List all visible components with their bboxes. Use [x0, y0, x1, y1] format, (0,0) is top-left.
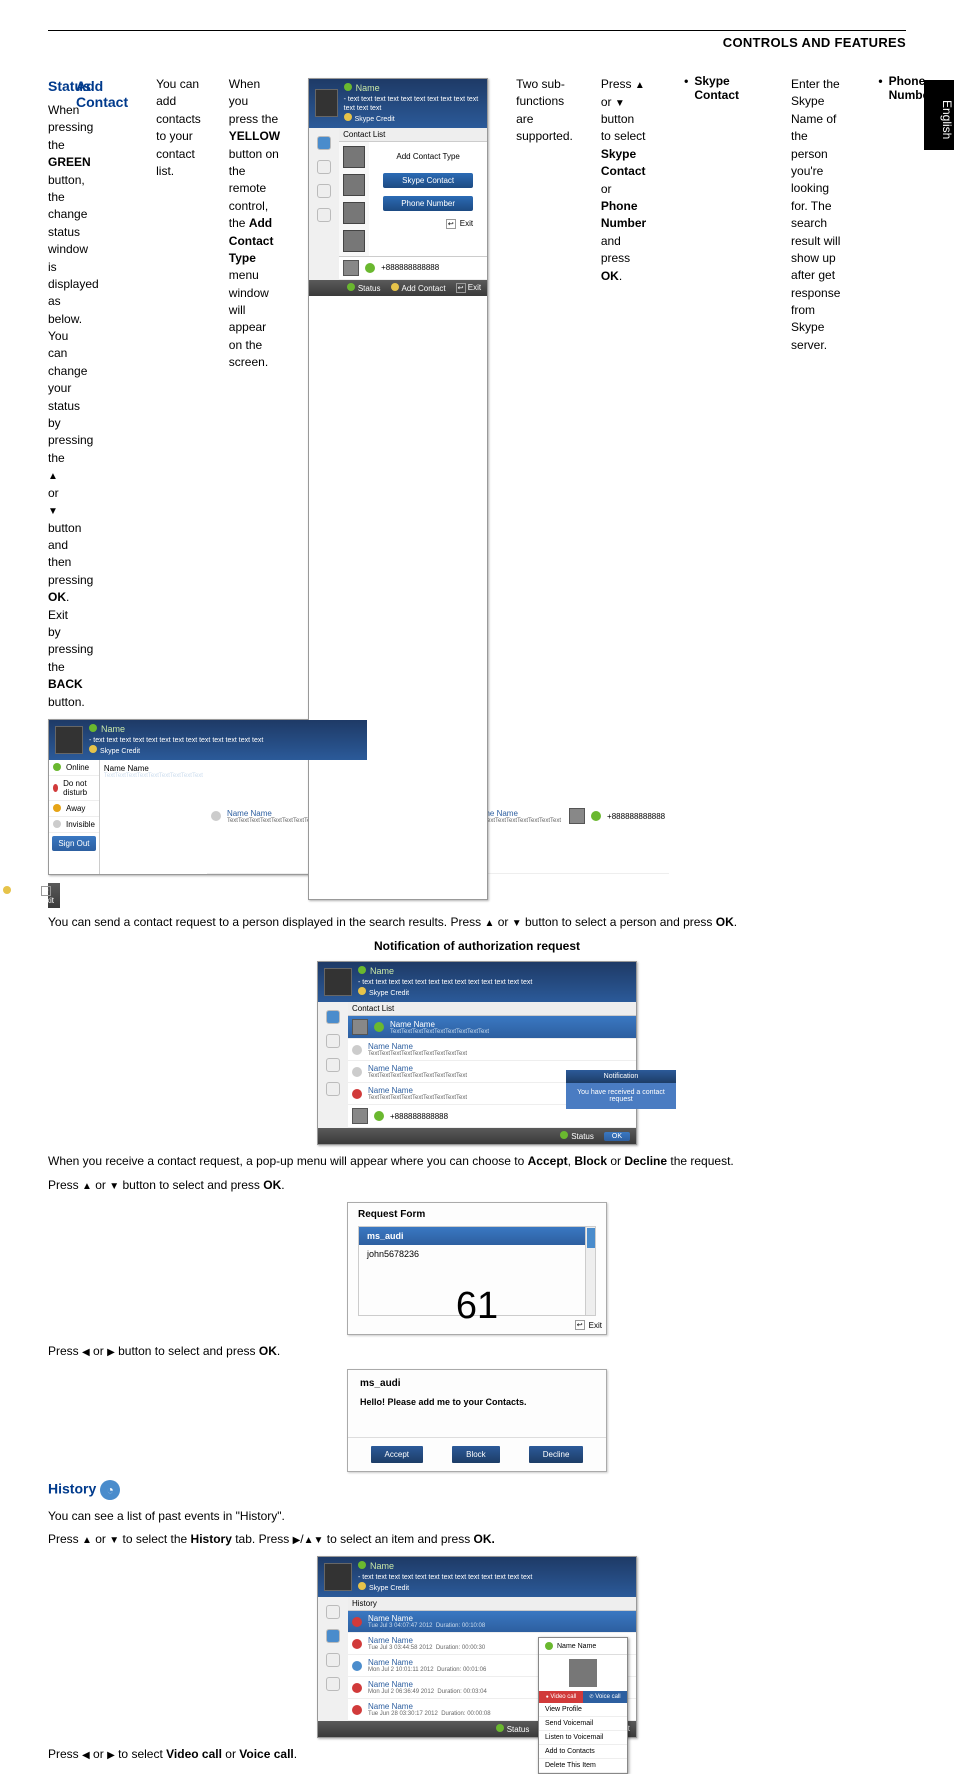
- keypad-icon[interactable]: [326, 1653, 340, 1667]
- notification-popup: Notification You have received a contact…: [566, 1070, 676, 1109]
- press-select-call: Press or to select Video call or Voice c…: [48, 1746, 906, 1764]
- add-contact-p1: You can add contacts to your contact lis…: [156, 76, 201, 902]
- ok-button[interactable]: OK: [604, 1132, 630, 1141]
- accept-button[interactable]: Accept: [371, 1446, 423, 1463]
- contact-avatar[interactable]: [343, 202, 365, 224]
- keypad-icon[interactable]: [317, 184, 331, 198]
- notif-heading: Notification of authorization request: [48, 939, 906, 953]
- avatar: [315, 89, 338, 117]
- page-number: 61: [0, 1285, 954, 1328]
- contact-row[interactable]: Name NameTextTextTextTextTextTextTextTex…: [348, 1016, 636, 1039]
- history-icon[interactable]: [317, 160, 331, 174]
- contact-avatar[interactable]: [343, 174, 365, 196]
- skype-contact-button[interactable]: Skype Contact: [383, 173, 473, 188]
- history-row[interactable]: Name NameTue Jul 3 04:07:47 2012 Duratio…: [348, 1611, 636, 1633]
- history-window: Name - text text text text text text tex…: [317, 1556, 637, 1738]
- menu-item[interactable]: Send Voicemail: [539, 1717, 627, 1731]
- down-icon: [48, 503, 58, 517]
- list-item[interactable]: john5678236: [359, 1245, 595, 1263]
- menu-item[interactable]: Delete This Item: [539, 1759, 627, 1773]
- right-column: You can send a contact request to a pers…: [48, 914, 906, 1764]
- menu-item[interactable]: Add to Contacts: [539, 1745, 627, 1759]
- sub-supported: Two sub-functions are supported.: [516, 76, 573, 902]
- gear-icon[interactable]: [326, 1677, 340, 1691]
- menu-item[interactable]: View Profile: [539, 1703, 627, 1717]
- page-header: CONTROLS AND FEATURES: [48, 35, 906, 50]
- notification-window: Name - text text text text text text tex…: [317, 961, 637, 1145]
- language-tab: English: [924, 80, 954, 150]
- contact-avatar[interactable]: [343, 146, 365, 168]
- contacts-icon[interactable]: [326, 1605, 340, 1619]
- press-select: Press or button to select Skype Contact …: [601, 76, 646, 902]
- contact-row[interactable]: Name NameTextTextTextTextTextTextTextTex…: [348, 1039, 636, 1061]
- history-heading: History◔: [48, 1480, 906, 1500]
- video-call-button[interactable]: ● Video call: [539, 1691, 583, 1703]
- menu-item[interactable]: Listen to Voicemail: [539, 1731, 627, 1745]
- list-item[interactable]: ms_audi: [359, 1227, 595, 1245]
- send-request-p: You can send a contact request to a pers…: [48, 914, 906, 932]
- receive-request-p: When you receive a contact request, a po…: [48, 1153, 906, 1170]
- add-contact-heading: Add Contact: [76, 78, 128, 900]
- phone-row[interactable]: +888888888888: [339, 256, 487, 280]
- avatar: [324, 1563, 352, 1591]
- context-menu: Name Name ● Video call ✆ Voice call View…: [538, 1637, 628, 1774]
- phone-number-button[interactable]: Phone Number: [383, 196, 473, 211]
- block-button[interactable]: Block: [452, 1446, 500, 1463]
- hist-p2: Press or to select the History tab. Pres…: [48, 1531, 906, 1549]
- gear-icon[interactable]: [326, 1082, 340, 1096]
- avatar: [55, 726, 83, 754]
- phone-number-bullet: Phone Number: [889, 74, 934, 906]
- press-select-lr: Press or button to select and press OK.: [48, 1343, 906, 1361]
- voice-call-button[interactable]: ✆ Voice call: [583, 1691, 627, 1703]
- contacts-icon[interactable]: [326, 1010, 340, 1024]
- keypad-icon[interactable]: [326, 1058, 340, 1072]
- accept-dialog: ms_audi Hello! Please add me to your Con…: [347, 1369, 607, 1472]
- up-icon: [48, 468, 58, 482]
- press-select-ud: Press or button to select and press OK.: [48, 1177, 906, 1195]
- history-icon[interactable]: [326, 1629, 340, 1643]
- skype-contact-bullet: Skype Contact: [694, 74, 739, 906]
- decline-button[interactable]: Decline: [529, 1446, 584, 1463]
- add-contact-p2: When you press the YELLOW button on the …: [229, 76, 280, 902]
- sc-desc: Enter the Skype Name of the person you'r…: [791, 76, 840, 902]
- avatar: [324, 968, 352, 996]
- history-icon[interactable]: [326, 1034, 340, 1048]
- gear-icon[interactable]: [317, 208, 331, 222]
- clock-icon: ◔: [100, 1480, 120, 1500]
- contacts-icon[interactable]: [317, 136, 331, 150]
- add-contact-window: Name - text text text text text text tex…: [308, 78, 488, 900]
- hist-p1: You can see a list of past events in "Hi…: [48, 1508, 906, 1525]
- contact-avatar[interactable]: [343, 230, 365, 252]
